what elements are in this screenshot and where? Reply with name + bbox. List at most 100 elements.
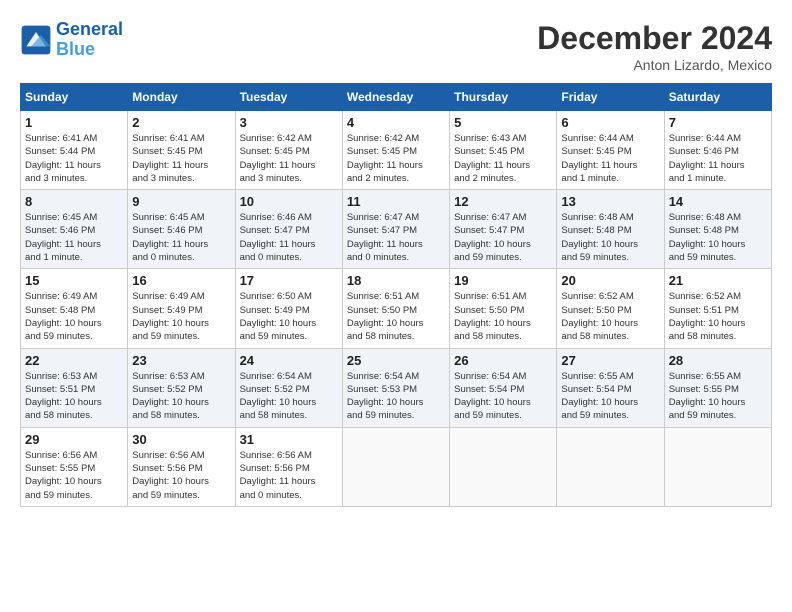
weekday-header-row: SundayMondayTuesdayWednesdayThursdayFrid…: [21, 84, 772, 111]
day-number: 3: [240, 115, 338, 130]
calendar-cell: 27 Sunrise: 6:55 AM Sunset: 5:54 PM Dayli…: [557, 348, 664, 427]
day-number: 29: [25, 432, 123, 447]
day-info: Sunrise: 6:53 AM Sunset: 5:51 PM Dayligh…: [25, 370, 123, 423]
day-number: 12: [454, 194, 552, 209]
calendar-cell: 7 Sunrise: 6:44 AM Sunset: 5:46 PM Daylig…: [664, 111, 771, 190]
day-number: 28: [669, 353, 767, 368]
calendar-cell: 16 Sunrise: 6:49 AM Sunset: 5:49 PM Dayli…: [128, 269, 235, 348]
day-number: 8: [25, 194, 123, 209]
day-number: 31: [240, 432, 338, 447]
day-number: 19: [454, 273, 552, 288]
day-number: 10: [240, 194, 338, 209]
day-number: 13: [561, 194, 659, 209]
day-number: 14: [669, 194, 767, 209]
day-info: Sunrise: 6:52 AM Sunset: 5:50 PM Dayligh…: [561, 290, 659, 343]
calendar-cell: [557, 427, 664, 506]
day-number: 21: [669, 273, 767, 288]
calendar-cell: 12 Sunrise: 6:47 AM Sunset: 5:47 PM Dayli…: [450, 190, 557, 269]
day-number: 11: [347, 194, 445, 209]
day-number: 25: [347, 353, 445, 368]
day-info: Sunrise: 6:55 AM Sunset: 5:55 PM Dayligh…: [669, 370, 767, 423]
day-info: Sunrise: 6:44 AM Sunset: 5:45 PM Dayligh…: [561, 132, 659, 185]
calendar-cell: 5Sunrise: 6:43 AM Sunset: 5:45 PM Daylig…: [450, 111, 557, 190]
day-info: Sunrise: 6:49 AM Sunset: 5:48 PM Dayligh…: [25, 290, 123, 343]
logo-text: General Blue: [56, 20, 123, 60]
calendar-cell: 1 Sunrise: 6:41 AM Sunset: 5:44 PM Daylig…: [21, 111, 128, 190]
day-number: 26: [454, 353, 552, 368]
day-info: Sunrise: 6:51 AM Sunset: 5:50 PM Dayligh…: [454, 290, 552, 343]
calendar-cell: 30Sunrise: 6:56 AM Sunset: 5:56 PM Dayli…: [128, 427, 235, 506]
day-info: Sunrise: 6:48 AM Sunset: 5:48 PM Dayligh…: [669, 211, 767, 264]
day-info: Sunrise: 6:41 AM Sunset: 5:44 PM Dayligh…: [25, 132, 123, 185]
day-info: Sunrise: 6:54 AM Sunset: 5:54 PM Dayligh…: [454, 370, 552, 423]
calendar-cell: 9 Sunrise: 6:45 AM Sunset: 5:46 PM Daylig…: [128, 190, 235, 269]
day-info: Sunrise: 6:55 AM Sunset: 5:54 PM Dayligh…: [561, 370, 659, 423]
logo-icon: [20, 24, 52, 56]
day-number: 1: [25, 115, 123, 130]
calendar-cell: 4 Sunrise: 6:42 AM Sunset: 5:45 PM Daylig…: [342, 111, 449, 190]
calendar-cell: 22 Sunrise: 6:53 AM Sunset: 5:51 PM Dayli…: [21, 348, 128, 427]
calendar-week-row: 1 Sunrise: 6:41 AM Sunset: 5:44 PM Daylig…: [21, 111, 772, 190]
calendar-cell: 19 Sunrise: 6:51 AM Sunset: 5:50 PM Dayli…: [450, 269, 557, 348]
day-info: Sunrise: 6:41 AM Sunset: 5:45 PM Dayligh…: [132, 132, 230, 185]
calendar-cell: 25 Sunrise: 6:54 AM Sunset: 5:53 PM Dayli…: [342, 348, 449, 427]
calendar-cell: 29 Sunrise: 6:56 AM Sunset: 5:55 PM Dayli…: [21, 427, 128, 506]
calendar-cell: 15 Sunrise: 6:49 AM Sunset: 5:48 PM Dayli…: [21, 269, 128, 348]
day-info: Sunrise: 6:42 AM Sunset: 5:45 PM Dayligh…: [347, 132, 445, 185]
day-info: Sunrise: 6:47 AM Sunset: 5:47 PM Dayligh…: [347, 211, 445, 264]
day-info: Sunrise: 6:43 AM Sunset: 5:45 PM Dayligh…: [454, 132, 552, 185]
weekday-header-saturday: Saturday: [664, 84, 771, 111]
calendar-cell: 14 Sunrise: 6:48 AM Sunset: 5:48 PM Dayli…: [664, 190, 771, 269]
calendar-cell: 13 Sunrise: 6:48 AM Sunset: 5:48 PM Dayli…: [557, 190, 664, 269]
calendar-week-row: 8 Sunrise: 6:45 AM Sunset: 5:46 PM Daylig…: [21, 190, 772, 269]
day-info: Sunrise: 6:45 AM Sunset: 5:46 PM Dayligh…: [25, 211, 123, 264]
day-number: 6: [561, 115, 659, 130]
day-info: Sunrise: 6:54 AM Sunset: 5:53 PM Dayligh…: [347, 370, 445, 423]
day-info: Sunrise: 6:47 AM Sunset: 5:47 PM Dayligh…: [454, 211, 552, 264]
title-block: December 2024 Anton Lizardo, Mexico: [537, 20, 772, 73]
day-number: 22: [25, 353, 123, 368]
calendar-cell: 28 Sunrise: 6:55 AM Sunset: 5:55 PM Dayli…: [664, 348, 771, 427]
day-number: 15: [25, 273, 123, 288]
calendar-cell: 21 Sunrise: 6:52 AM Sunset: 5:51 PM Dayli…: [664, 269, 771, 348]
day-info: Sunrise: 6:54 AM Sunset: 5:52 PM Dayligh…: [240, 370, 338, 423]
calendar-week-row: 15 Sunrise: 6:49 AM Sunset: 5:48 PM Dayli…: [21, 269, 772, 348]
calendar-week-row: 29 Sunrise: 6:56 AM Sunset: 5:55 PM Dayli…: [21, 427, 772, 506]
day-info: Sunrise: 6:52 AM Sunset: 5:51 PM Dayligh…: [669, 290, 767, 343]
calendar-cell: 20Sunrise: 6:52 AM Sunset: 5:50 PM Dayli…: [557, 269, 664, 348]
month-title: December 2024: [537, 20, 772, 57]
day-info: Sunrise: 6:49 AM Sunset: 5:49 PM Dayligh…: [132, 290, 230, 343]
calendar-table: SundayMondayTuesdayWednesdayThursdayFrid…: [20, 83, 772, 507]
calendar-cell: 26 Sunrise: 6:54 AM Sunset: 5:54 PM Dayli…: [450, 348, 557, 427]
calendar-cell: 23Sunrise: 6:53 AM Sunset: 5:52 PM Dayli…: [128, 348, 235, 427]
page-header: General Blue December 2024 Anton Lizardo…: [20, 20, 772, 73]
day-number: 27: [561, 353, 659, 368]
day-number: 7: [669, 115, 767, 130]
calendar-cell: 2Sunrise: 6:41 AM Sunset: 5:45 PM Daylig…: [128, 111, 235, 190]
day-info: Sunrise: 6:48 AM Sunset: 5:48 PM Dayligh…: [561, 211, 659, 264]
calendar-cell: 24Sunrise: 6:54 AM Sunset: 5:52 PM Dayli…: [235, 348, 342, 427]
calendar-cell: 31 Sunrise: 6:56 AM Sunset: 5:56 PM Dayli…: [235, 427, 342, 506]
day-number: 30: [132, 432, 230, 447]
day-number: 17: [240, 273, 338, 288]
calendar-cell: 11 Sunrise: 6:47 AM Sunset: 5:47 PM Dayli…: [342, 190, 449, 269]
calendar-cell: [342, 427, 449, 506]
day-info: Sunrise: 6:56 AM Sunset: 5:55 PM Dayligh…: [25, 449, 123, 502]
location: Anton Lizardo, Mexico: [537, 57, 772, 73]
calendar-week-row: 22 Sunrise: 6:53 AM Sunset: 5:51 PM Dayli…: [21, 348, 772, 427]
weekday-header-wednesday: Wednesday: [342, 84, 449, 111]
day-number: 4: [347, 115, 445, 130]
day-info: Sunrise: 6:56 AM Sunset: 5:56 PM Dayligh…: [240, 449, 338, 502]
day-number: 9: [132, 194, 230, 209]
day-number: 18: [347, 273, 445, 288]
calendar-cell: [664, 427, 771, 506]
weekday-header-monday: Monday: [128, 84, 235, 111]
day-info: Sunrise: 6:50 AM Sunset: 5:49 PM Dayligh…: [240, 290, 338, 343]
calendar-cell: 18Sunrise: 6:51 AM Sunset: 5:50 PM Dayli…: [342, 269, 449, 348]
weekday-header-tuesday: Tuesday: [235, 84, 342, 111]
day-info: Sunrise: 6:42 AM Sunset: 5:45 PM Dayligh…: [240, 132, 338, 185]
day-info: Sunrise: 6:44 AM Sunset: 5:46 PM Dayligh…: [669, 132, 767, 185]
day-number: 16: [132, 273, 230, 288]
weekday-header-sunday: Sunday: [21, 84, 128, 111]
day-info: Sunrise: 6:45 AM Sunset: 5:46 PM Dayligh…: [132, 211, 230, 264]
